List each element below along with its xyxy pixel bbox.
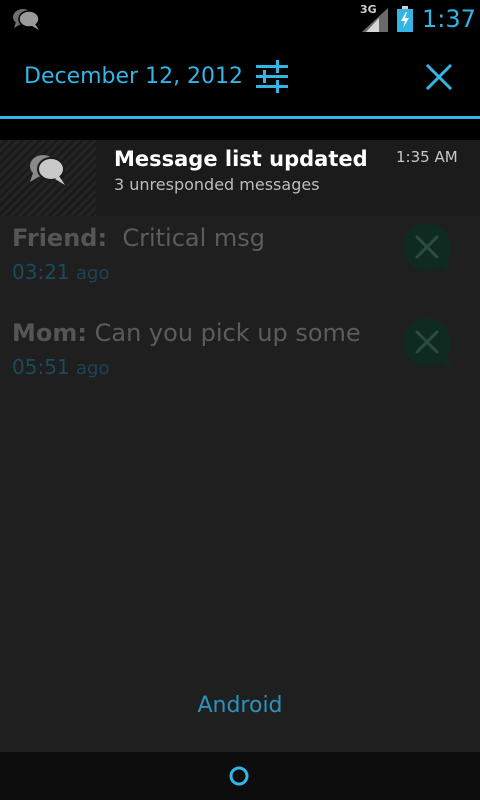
notification-time: 1:35 AM: [396, 148, 458, 166]
settings-sliders-icon[interactable]: [254, 58, 290, 94]
date-label: December 12, 2012: [24, 64, 244, 89]
list-item[interactable]: Friend: Critical msg 03:21 ago: [0, 216, 480, 306]
ago-label: ago: [76, 263, 110, 284]
message-body: Critical msg: [122, 224, 266, 252]
notification-title: Message list updated: [114, 147, 368, 171]
message-body: Can you pick up some: [94, 319, 361, 347]
status-bar: 3G 1:37: [0, 0, 480, 38]
notification-header: December 12, 2012: [0, 38, 480, 116]
message-line: Friend: Critical msg: [12, 222, 265, 254]
dismiss-bubble-icon[interactable]: [400, 317, 456, 373]
chat-icon: [12, 6, 42, 32]
status-time: 1:37: [422, 5, 476, 33]
message-elapsed: 03:21 ago: [12, 258, 109, 288]
battery-charging-icon: [396, 6, 414, 32]
list-item[interactable]: Mom: Can you pick up some 05:51 ago: [0, 311, 480, 401]
notification-icon-box: [0, 140, 96, 216]
app-content: Friend: Critical msg 03:21 ago Mom: Can …: [0, 216, 480, 752]
android-link[interactable]: Android: [0, 690, 480, 722]
notification-text: 3 unresponded messages: [114, 175, 320, 194]
ago-label: ago: [76, 358, 110, 379]
chat-bubbles-icon: [28, 152, 68, 188]
signal-icon: 3G: [360, 4, 390, 32]
message-sender: Mom:: [12, 319, 87, 347]
home-icon[interactable]: [229, 766, 249, 786]
header-divider: [0, 116, 480, 119]
navigation-bar: [0, 752, 480, 800]
notification-item[interactable]: Message list updated 1:35 AM 3 unrespond…: [0, 140, 480, 216]
message-line: Mom: Can you pick up some: [12, 317, 361, 349]
clear-all-icon[interactable]: [420, 58, 458, 96]
elapsed-time: 03:21: [12, 260, 70, 284]
dismiss-bubble-icon[interactable]: [400, 222, 456, 278]
elapsed-time: 05:51: [12, 355, 70, 379]
message-elapsed: 05:51 ago: [12, 353, 109, 383]
screen: 3G 1:37 December 12, 2012 Friend: Critic…: [0, 0, 480, 800]
message-sender: Friend:: [12, 224, 108, 252]
